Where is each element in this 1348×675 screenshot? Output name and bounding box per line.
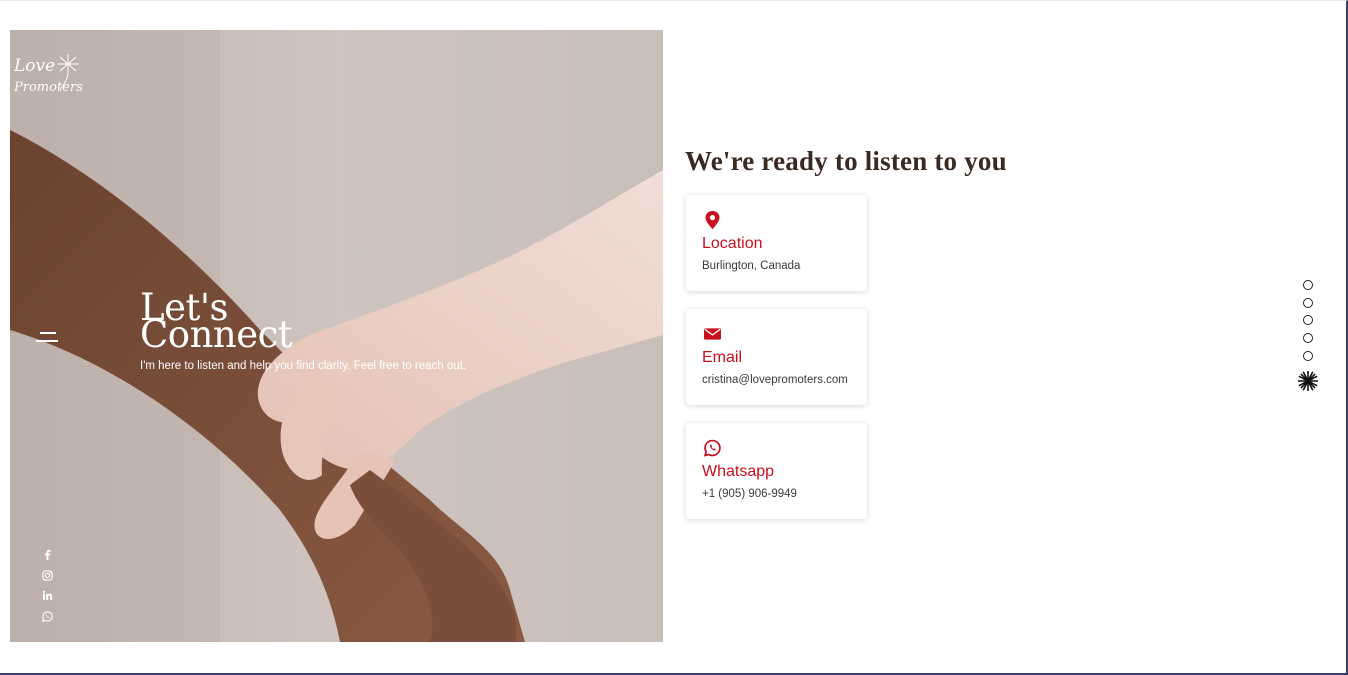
envelope-icon — [704, 328, 721, 340]
hero-title: Let's Connect — [140, 289, 293, 356]
linkedin-icon — [42, 590, 52, 600]
whatsapp-icon — [41, 610, 53, 622]
menu-bar-top — [40, 332, 56, 334]
location-card: Location Burlington, Canada — [686, 195, 867, 291]
dandelion-logo-icon — [57, 54, 79, 90]
whatsapp-icon — [704, 439, 721, 457]
facebook-icon — [44, 549, 51, 560]
section-dot-3[interactable] — [1303, 315, 1313, 325]
dandelion-icon[interactable] — [1297, 370, 1319, 392]
hamburger-menu-button[interactable] — [36, 330, 60, 346]
logo-text-love: Love — [14, 56, 56, 76]
brand-logo[interactable]: Love Promoters — [12, 50, 86, 106]
instagram-link[interactable] — [40, 568, 54, 582]
whatsapp-card: Whatsapp +1 (905) 906-9949 — [686, 423, 867, 519]
location-card-value: Burlington, Canada — [702, 260, 801, 272]
linkedin-link[interactable] — [40, 588, 54, 602]
email-card-title: Email — [702, 349, 743, 366]
hero-subtitle: I'm here to listen and help you find cla… — [140, 360, 467, 372]
hero-title-line2: Connect — [140, 313, 293, 356]
whatsapp-card-title: Whatsapp — [702, 463, 775, 480]
section-dot-4[interactable] — [1303, 333, 1313, 343]
hero-image-panel: Love Promoters Let's Connect I'm here to… — [10, 30, 663, 642]
location-card-title: Location — [702, 235, 763, 252]
email-card: Email cristina@lovepromoters.com — [686, 309, 867, 405]
section-dot-1[interactable] — [1303, 280, 1313, 290]
hero-photo — [10, 30, 663, 642]
menu-bar-bottom — [36, 340, 58, 342]
whatsapp-card-value[interactable]: +1 (905) 906-9949 — [702, 488, 797, 500]
email-card-value[interactable]: cristina@lovepromoters.com — [702, 374, 848, 386]
section-dot-2[interactable] — [1303, 298, 1313, 308]
whatsapp-link[interactable] — [40, 609, 54, 623]
contact-heading: We're ready to listen to you — [685, 146, 1007, 176]
facebook-link[interactable] — [40, 547, 54, 561]
location-pin-icon — [705, 211, 720, 229]
section-dot-5[interactable] — [1303, 351, 1313, 361]
instagram-icon — [41, 569, 53, 581]
